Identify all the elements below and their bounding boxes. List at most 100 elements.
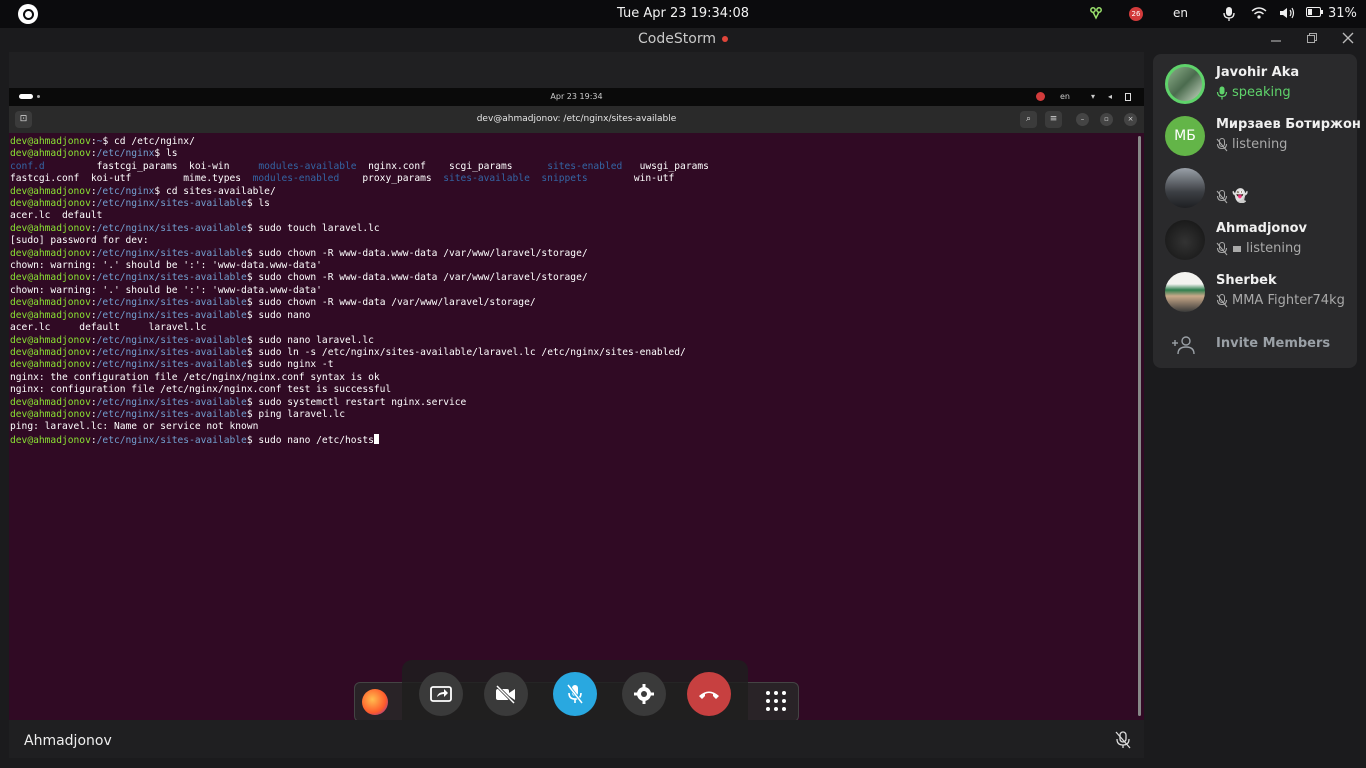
mic-off-icon (1216, 241, 1228, 255)
terminal-line: nginx: the configuration file /etc/nginx… (10, 371, 380, 383)
end-call-button[interactable] (687, 672, 731, 716)
terminal-line: conf.d fastcgi_params koi-win modules-av… (10, 160, 709, 172)
speaker-mic-off-icon (1114, 731, 1132, 753)
system-clock[interactable]: Tue Apr 23 19:34:08 (0, 6, 1366, 21)
avatar (1165, 168, 1205, 208)
terminal-line: dev@ahmadjonov:/etc/nginx/sites-availabl… (10, 433, 1144, 447)
terminal-line: dev@ahmadjonov:~$ cd /etc/nginx/ (10, 136, 195, 147)
terminal-line: dev@ahmadjonov:/etc/nginx/sites-availabl… (10, 408, 346, 420)
avatar (1165, 272, 1205, 312)
avatar (1165, 64, 1205, 104)
battery-percent: 31% (1328, 6, 1357, 21)
participant-name: Ahmadjonov (1216, 221, 1307, 236)
terminal-line: dev@ahmadjonov:/etc/nginx$ cd sites-avai… (10, 185, 276, 197)
terminal-output: dev@ahmadjonov:~$ cd /etc/nginx/dev@ahma… (9, 133, 1144, 720)
app-title: CodeStorm (638, 31, 716, 47)
terminal-line: chown: warning: '.' should be ':': 'www-… (10, 284, 322, 296)
terminal-minimize-icon: – (1076, 113, 1089, 126)
terminal-close-icon: × (1124, 113, 1137, 126)
participant-row[interactable]: Ahmadjonov listening (1153, 214, 1357, 266)
terminal-scrollbar (1138, 136, 1141, 716)
terminal-line: chown: warning: '.' should be ':': 'www-… (10, 260, 322, 272)
keyboard-language[interactable]: en (1173, 6, 1188, 20)
terminal-line: dev@ahmadjonov:/etc/nginx/sites-availabl… (10, 272, 588, 284)
terminal-line: dev@ahmadjonov:/etc/nginx/sites-availabl… (10, 359, 334, 371)
participant-row[interactable]: Javohir Aka speaking (1153, 58, 1357, 110)
speaker-bar: Ahmadjonov (9, 720, 1144, 758)
participant-name: Javohir Aka (1216, 65, 1300, 80)
system-top-bar: Tue Apr 23 19:34:08 26 en 31% (0, 0, 1366, 28)
terminal-search-icon: ⌕ (1020, 111, 1037, 128)
ubuntu-logo-icon[interactable] (18, 4, 38, 24)
terminal-maximize-icon: ▫ (1100, 113, 1113, 126)
participant-status: MMA Fighter74kg (1232, 293, 1345, 308)
terminal-line: ping: laravel.lc: Name or service not kn… (10, 421, 259, 433)
mic-off-icon (1216, 137, 1228, 151)
volume-icon[interactable] (1279, 6, 1297, 23)
invite-members-button[interactable]: Invite Members (1153, 330, 1357, 360)
participant-status: listening (1232, 137, 1288, 152)
app-indicator-icon[interactable] (1089, 6, 1103, 23)
speaker-name: Ahmadjonov (24, 733, 112, 749)
minimize-button[interactable] (1268, 32, 1284, 48)
invite-members-label: Invite Members (1216, 336, 1331, 351)
terminal-menu-icon: ≡ (1045, 111, 1062, 128)
battery-icon[interactable] (1306, 6, 1324, 21)
terminal-line: acer.lc default laravel.lc (10, 322, 207, 334)
avatar: МБ (1165, 116, 1205, 156)
participants-panel: Javohir Aka speaking МБ Мирзаев Ботиржон… (1153, 54, 1361, 368)
shared-notification-icon (1036, 92, 1045, 101)
mute-mic-button[interactable] (553, 672, 597, 716)
avatar (1165, 220, 1205, 260)
microphone-icon[interactable] (1222, 6, 1236, 25)
terminal-line: dev@ahmadjonov:/etc/nginx/sites-availabl… (10, 247, 588, 259)
firefox-icon (362, 689, 388, 715)
terminal-line: dev@ahmadjonov:/etc/nginx/sites-availabl… (10, 334, 374, 346)
shared-screen: Apr 23 19:34 en ▾ ◂ ⊡ dev@ahmadjonov: /e… (9, 88, 1144, 720)
terminal-line: dev@ahmadjonov:/etc/nginx/sites-availabl… (10, 346, 686, 358)
close-button[interactable] (1340, 32, 1356, 48)
terminal-cursor (373, 433, 379, 444)
share-screen-button[interactable] (419, 672, 463, 716)
camera-off-button[interactable] (484, 672, 528, 716)
terminal-line: dev@ahmadjonov:/etc/nginx/sites-availabl… (10, 198, 270, 210)
shared-top-bar: Apr 23 19:34 en ▾ ◂ (9, 88, 1144, 106)
participant-name: Мирзаев Ботиржон (1216, 117, 1361, 132)
participant-name: Sherbek (1216, 273, 1277, 288)
terminal-line: fastcgi.conf koi-utf mime.types modules-… (10, 173, 675, 185)
video-stage: Apr 23 19:34 en ▾ ◂ ⊡ dev@ahmadjonov: /e… (9, 52, 1144, 758)
participant-status: speaking (1232, 85, 1291, 100)
terminal-line: [sudo] password for dev: (10, 235, 149, 247)
terminal-line: dev@ahmadjonov:/etc/nginx/sites-availabl… (10, 297, 536, 309)
mic-off-icon (1216, 293, 1228, 307)
screen-share-small-icon (1233, 245, 1241, 252)
participant-row[interactable]: МБ Мирзаев Ботиржон listening (1153, 110, 1361, 162)
app-title-bar: CodeStorm (0, 28, 1366, 52)
terminal-line: nginx: configuration file /etc/nginx/ngi… (10, 384, 392, 396)
terminal-line: dev@ahmadjonov:/etc/nginx/sites-availabl… (10, 309, 311, 321)
restore-button[interactable] (1304, 32, 1320, 48)
shared-language: en (1060, 92, 1070, 101)
participant-row[interactable]: Sherbek MMA Fighter74kg (1153, 266, 1357, 318)
terminal-line: dev@ahmadjonov:/etc/nginx/sites-availabl… (10, 222, 380, 234)
terminal-line: dev@ahmadjonov:/etc/nginx/sites-availabl… (10, 396, 467, 408)
terminal-title: dev@ahmadjonov: /etc/nginx/sites-availab… (476, 114, 677, 124)
settings-button[interactable] (622, 672, 666, 716)
shared-volume-icon: ◂ (1108, 92, 1113, 101)
mic-off-icon (1216, 189, 1228, 203)
wifi-icon[interactable] (1251, 6, 1267, 23)
notification-badge[interactable]: 26 (1129, 7, 1143, 21)
shared-battery-icon (1125, 93, 1131, 101)
participant-status: 👻 (1232, 189, 1249, 204)
apps-grid-icon (764, 689, 788, 713)
shared-clock: Apr 23 19:34 (550, 92, 603, 101)
terminal-line: dev@ahmadjonov:/etc/nginx$ ls (10, 148, 178, 160)
terminal-line: acer.lc default (10, 210, 103, 222)
mic-on-icon (1216, 86, 1228, 99)
participant-row[interactable]: 👻 (1153, 162, 1357, 214)
participant-status: listening (1246, 241, 1302, 256)
add-user-icon (1172, 336, 1195, 355)
shared-wifi-icon: ▾ (1091, 92, 1096, 101)
recording-indicator-icon (721, 36, 728, 42)
terminal-title-bar: ⊡ dev@ahmadjonov: /etc/nginx/sites-avail… (9, 106, 1144, 133)
